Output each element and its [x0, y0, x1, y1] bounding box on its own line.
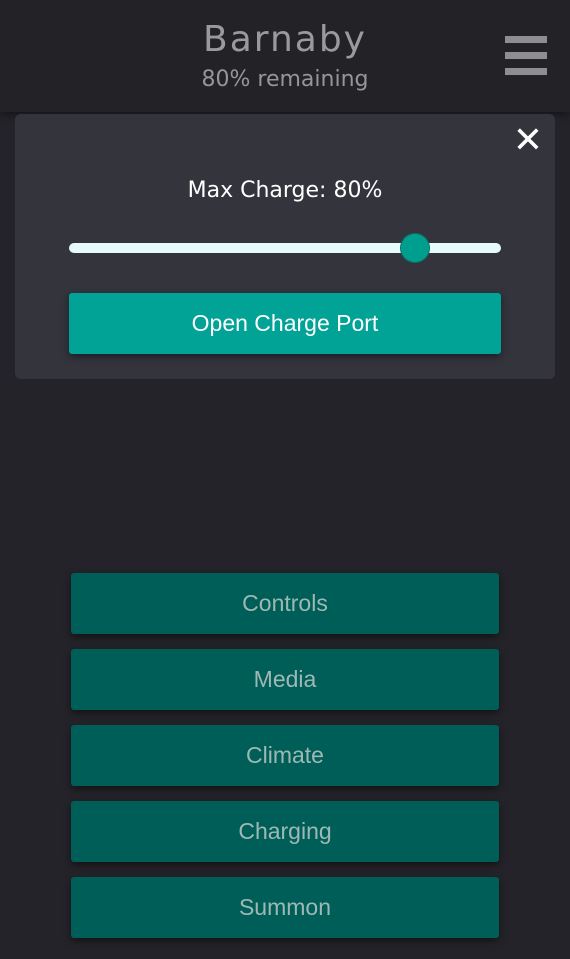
app-screen: Barnaby 80% remaining ✕ Max Charge: 80% …: [0, 0, 570, 959]
open-charge-port-button[interactable]: Open Charge Port: [69, 293, 501, 354]
max-charge-slider-thumb[interactable]: [400, 234, 429, 262]
max-charge-slider[interactable]: [69, 243, 501, 253]
menu-bar: [505, 68, 547, 75]
charge-settings-panel: ✕ Max Charge: 80% Open Charge Port: [15, 114, 555, 379]
hamburger-menu-icon[interactable]: [500, 30, 548, 78]
close-icon[interactable]: ✕: [511, 123, 545, 159]
max-charge-label: Max Charge: 80%: [187, 178, 383, 203]
menu-bar: [505, 52, 547, 59]
vehicle-name: Barnaby: [203, 19, 367, 60]
app-header: Barnaby 80% remaining: [0, 0, 570, 112]
media-button[interactable]: Media: [71, 649, 499, 710]
climate-button[interactable]: Climate: [71, 725, 499, 786]
nav-button-list: Controls Media Climate Charging Summon: [71, 573, 499, 953]
charging-button[interactable]: Charging: [71, 801, 499, 862]
menu-bar: [505, 36, 547, 43]
summon-button[interactable]: Summon: [71, 877, 499, 938]
controls-button[interactable]: Controls: [71, 573, 499, 634]
battery-remaining-status: 80% remaining: [201, 67, 369, 92]
